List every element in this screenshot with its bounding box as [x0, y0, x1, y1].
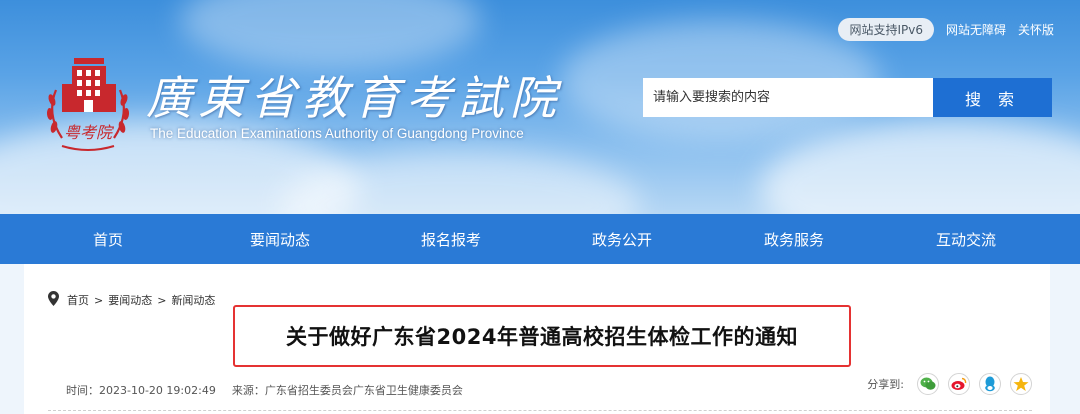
- meta-divider: [48, 410, 1032, 411]
- top-links: 网站支持IPv6 网站无障碍 关怀版: [838, 18, 1054, 41]
- care-mode-link[interactable]: 关怀版: [1018, 21, 1054, 38]
- wechat-icon[interactable]: [917, 373, 939, 395]
- article-title: 关于做好广东省2024年普通高校招生体检工作的通知: [286, 325, 798, 349]
- nav-item-home[interactable]: 首页: [93, 229, 123, 250]
- article-source: 来源：广东省招生委员会广东省卫生健康委员会: [231, 384, 463, 397]
- article-panel: 首页 > 要闻动态 > 新闻动态 关于做好广东省2024年普通高校招生体检工作的…: [24, 264, 1050, 414]
- nav-item-registration[interactable]: 报名报考: [421, 229, 481, 250]
- qzone-icon[interactable]: [1010, 373, 1032, 395]
- article-title-highlight: 关于做好广东省2024年普通高校招生体检工作的通知: [233, 305, 851, 367]
- search-button[interactable]: 搜 索: [933, 78, 1052, 117]
- site-logo[interactable]: 粤考院: [42, 54, 134, 154]
- publish-time: 时间：2023-10-20 19:02:49: [66, 384, 216, 397]
- main-nav: 首页 要闻动态 报名报考 政务公开 政务服务 互动交流: [0, 214, 1080, 264]
- nav-item-government-services[interactable]: 政务服务: [764, 229, 824, 250]
- cloud-decoration: [760, 120, 1080, 214]
- article-meta: 时间：2023-10-20 19:02:49 来源：广东省招生委员会广东省卫生健…: [66, 382, 463, 398]
- share-bar: 分享到:: [867, 373, 1032, 395]
- cloud-decoration: [180, 0, 480, 70]
- share-label: 分享到:: [867, 378, 904, 391]
- breadcrumb: 首页 > 要闻动态 > 新闻动态: [48, 291, 215, 309]
- nav-item-interaction[interactable]: 互动交流: [936, 229, 996, 250]
- accessibility-link[interactable]: 网站无障碍: [946, 21, 1006, 38]
- site-subtitle: The Education Examinations Authority of …: [150, 126, 524, 141]
- nav-item-news[interactable]: 要闻动态: [250, 229, 310, 250]
- site-header: 网站支持IPv6 网站无障碍 关怀版 粤考院 廣東省教育考試院 The Educ…: [0, 0, 1080, 214]
- breadcrumb-home[interactable]: 首页: [67, 292, 89, 308]
- exam-authority-emblem-icon: 粤考院: [46, 58, 130, 151]
- location-pin-icon: [48, 291, 59, 309]
- weibo-icon[interactable]: [948, 373, 970, 395]
- search-input[interactable]: [643, 78, 933, 117]
- nav-item-government-affairs[interactable]: 政务公开: [592, 229, 652, 250]
- breadcrumb-separator: >: [157, 293, 167, 307]
- breadcrumb-news[interactable]: 要闻动态: [108, 292, 152, 308]
- qq-icon[interactable]: [979, 373, 1001, 395]
- site-title: 廣東省教育考試院: [146, 71, 562, 125]
- ipv6-badge[interactable]: 网站支持IPv6: [838, 18, 934, 41]
- breadcrumb-news-updates[interactable]: 新闻动态: [171, 292, 215, 308]
- logo-text: 粤考院: [64, 123, 115, 142]
- breadcrumb-separator: >: [94, 293, 104, 307]
